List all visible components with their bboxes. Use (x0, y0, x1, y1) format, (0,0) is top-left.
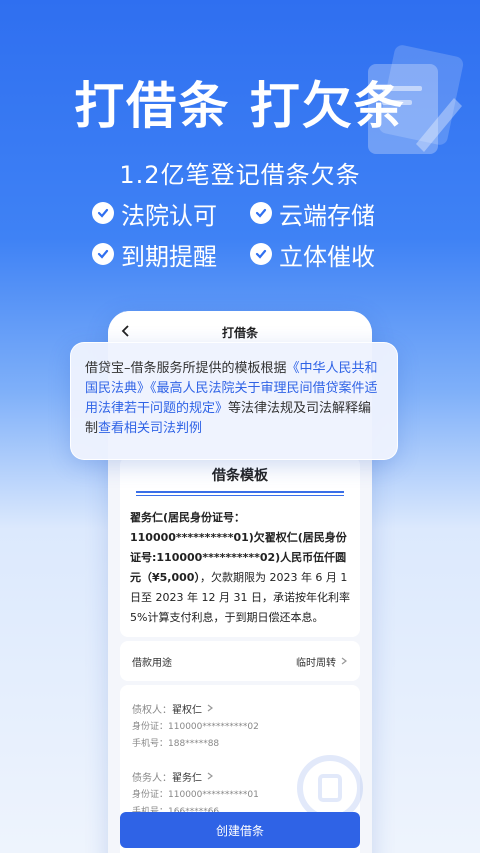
loan-template-card: 借条模板 翟务仁(居民身份证号：110000**********01)欠翟权仁(… (120, 457, 360, 637)
back-icon[interactable] (120, 323, 132, 339)
debtor-name: 翟务仁 (172, 772, 202, 784)
feature-item: 到期提醒 (92, 239, 250, 271)
debtor-id-value: 110000**********01 (168, 790, 259, 800)
creditor-name: 翟权仁 (172, 704, 202, 716)
check-icon (250, 202, 272, 224)
template-title: 借条模板 (212, 468, 268, 484)
check-icon (92, 202, 114, 224)
feature-item: 云端存储 (250, 198, 400, 230)
title-underline-thin (136, 495, 344, 496)
check-icon (250, 243, 272, 265)
creditor-block[interactable]: 债权人： 翟权仁 身份证：110000**********02 手机号：188*… (132, 697, 348, 753)
chevron-right-icon (341, 657, 347, 665)
create-loan-button[interactable]: 创建借条 (120, 812, 360, 848)
feature-label: 法院认可 (121, 201, 217, 230)
feature-item: 立体催收 (250, 239, 400, 271)
feature-label: 立体催收 (279, 242, 375, 271)
creditor-role-label: 债权人： (132, 704, 172, 716)
creditor-id-value: 110000**********02 (168, 722, 259, 732)
creditor-phone-label: 手机号： (132, 739, 169, 749)
hero-headline: 打借条 打欠条 (74, 77, 406, 135)
check-icon (92, 243, 114, 265)
creditor-id-label: 身份证： (132, 722, 169, 732)
feature-list: 法院认可 云端存储 到期提醒 立体催收 (92, 198, 392, 271)
feature-item: 法院认可 (92, 198, 250, 230)
chevron-right-icon (207, 772, 213, 780)
page-title: 打借条 (221, 325, 258, 340)
loan-purpose-value: 临时周转 (296, 657, 336, 669)
debtor-role-label: 债务人： (132, 772, 172, 784)
feature-label: 到期提醒 (121, 242, 217, 271)
notice-text-prefix: 借贷宝–借条服务所提供的模板根据 (85, 361, 287, 376)
view-cases-link[interactable]: 查看相关司法判例 (98, 421, 202, 436)
debtor-id-label: 身份证： (132, 790, 169, 800)
loan-purpose-row[interactable]: 借款用途 临时周转 (120, 641, 360, 681)
hero-subline: 1.2亿笔登记借条欠条 (119, 161, 361, 189)
title-underline (136, 491, 344, 493)
legal-notice-popup: 借贷宝–借条服务所提供的模板根据《中华人民共和国民法典》《最高人民法院关于审理民… (70, 342, 398, 460)
chevron-right-icon (207, 704, 213, 712)
template-body: 翟务仁(居民身份证号：110000**********01)欠翟权仁(居民身份证… (130, 508, 350, 628)
creditor-phone-value: 188*****88 (168, 739, 220, 749)
loan-purpose-label: 借款用途 (132, 657, 172, 669)
feature-label: 云端存储 (279, 201, 375, 230)
